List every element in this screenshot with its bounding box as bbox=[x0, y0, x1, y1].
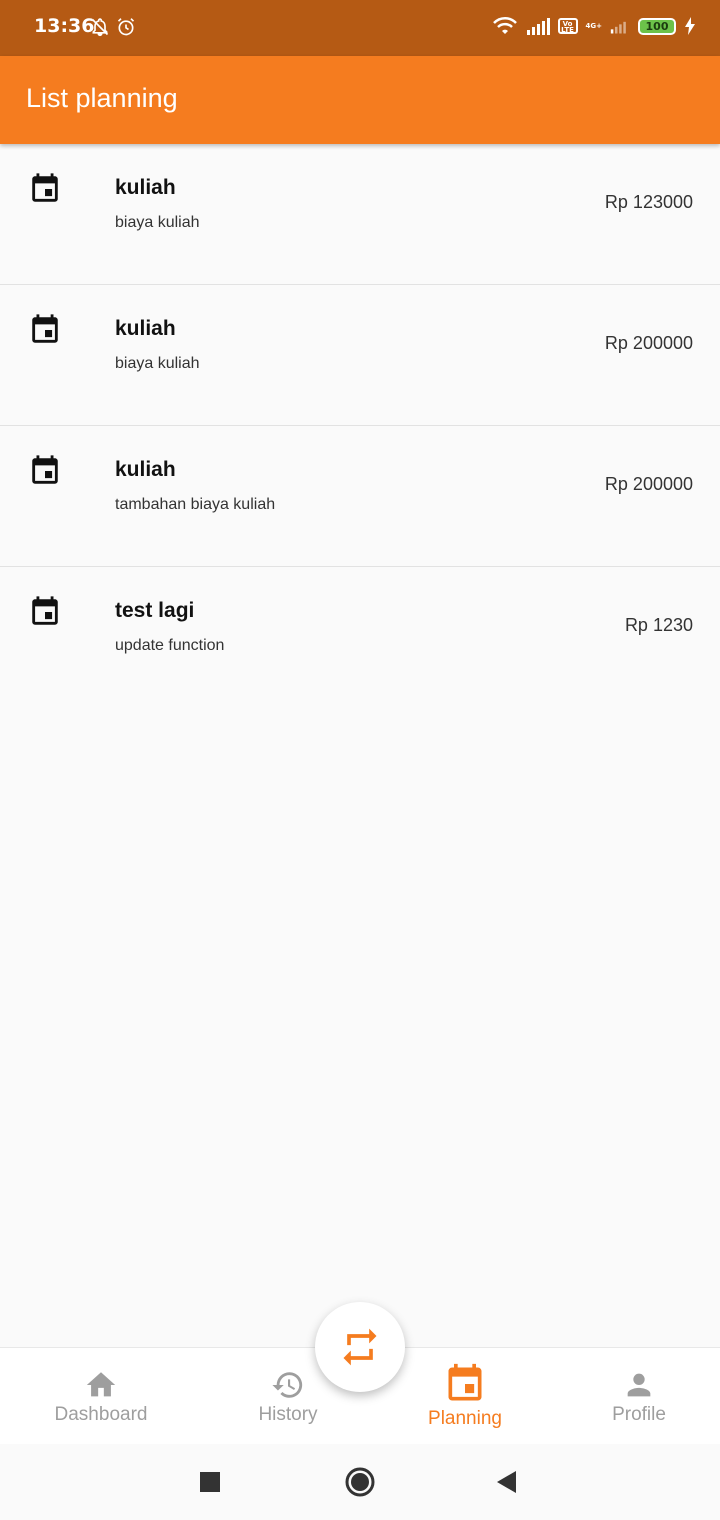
plan-description: tambahan biaya kuliah bbox=[115, 496, 276, 513]
recents-icon[interactable] bbox=[199, 1471, 221, 1493]
calendar-icon bbox=[448, 1363, 482, 1401]
calendar-icon bbox=[32, 173, 58, 202]
history-icon bbox=[272, 1372, 303, 1398]
plan-amount: Rp 200000 bbox=[604, 333, 693, 353]
repeat-icon bbox=[343, 1328, 377, 1366]
nav-label: History bbox=[258, 1404, 318, 1425]
home-icon bbox=[86, 1372, 116, 1397]
signal-icon-secondary bbox=[610, 21, 626, 34]
app-bar: List planning bbox=[0, 56, 720, 144]
status-bar: 13:36 Vo LTE 4G+ 100 bbox=[0, 0, 720, 56]
list-item[interactable]: kuliah biaya kuliah Rp 123000 bbox=[0, 144, 720, 285]
nav-item-planning[interactable]: Planning bbox=[415, 1348, 515, 1445]
plan-title: kuliah bbox=[115, 176, 176, 199]
alarm-icon bbox=[117, 18, 135, 36]
plan-amount: Rp 1230 bbox=[624, 615, 693, 635]
battery-indicator: 100 bbox=[638, 17, 676, 35]
plan-amount: Rp 200000 bbox=[604, 474, 693, 494]
back-icon[interactable] bbox=[495, 1470, 517, 1494]
signal-icon bbox=[526, 18, 550, 35]
plan-title: kuliah bbox=[115, 458, 176, 481]
calendar-icon bbox=[32, 314, 58, 343]
bell-off-icon bbox=[91, 18, 109, 37]
list-item[interactable]: test lagi update function Rp 1230 bbox=[0, 567, 720, 708]
status-right-icons: Vo LTE 4G+ 100 bbox=[492, 16, 696, 36]
volte-badge: Vo LTE bbox=[557, 18, 578, 34]
charging-icon bbox=[685, 17, 695, 35]
plan-description: biaya kuliah bbox=[115, 355, 200, 372]
transaction-fab-button[interactable] bbox=[315, 1302, 405, 1392]
nav-label: Dashboard bbox=[54, 1404, 148, 1425]
nav-item-profile[interactable]: Profile bbox=[598, 1348, 680, 1445]
status-time: 13:36 bbox=[34, 15, 95, 37]
nav-item-dashboard[interactable]: Dashboard bbox=[46, 1348, 156, 1445]
calendar-icon bbox=[32, 596, 58, 625]
plan-description: update function bbox=[115, 637, 225, 654]
person-icon bbox=[627, 1373, 651, 1397]
plan-description: biaya kuliah bbox=[115, 214, 200, 231]
plan-title: kuliah bbox=[115, 317, 176, 340]
wifi-icon bbox=[492, 16, 517, 34]
system-nav-bar bbox=[0, 1444, 720, 1520]
status-left-icons bbox=[90, 17, 136, 37]
network-type: 4G+ bbox=[585, 22, 602, 30]
plan-title: test lagi bbox=[115, 599, 195, 622]
list-item[interactable]: kuliah tambahan biaya kuliah Rp 200000 bbox=[0, 426, 720, 567]
nav-label: Planning bbox=[428, 1408, 502, 1429]
list-item[interactable]: kuliah biaya kuliah Rp 200000 bbox=[0, 285, 720, 426]
plan-list: kuliah biaya kuliah Rp 123000 kuliah bia… bbox=[0, 144, 720, 708]
plan-amount: Rp 123000 bbox=[604, 192, 693, 212]
page-title: List planning bbox=[26, 83, 178, 113]
nav-label: Profile bbox=[612, 1404, 666, 1425]
home-circle-icon[interactable] bbox=[344, 1466, 376, 1498]
calendar-icon bbox=[32, 455, 58, 484]
